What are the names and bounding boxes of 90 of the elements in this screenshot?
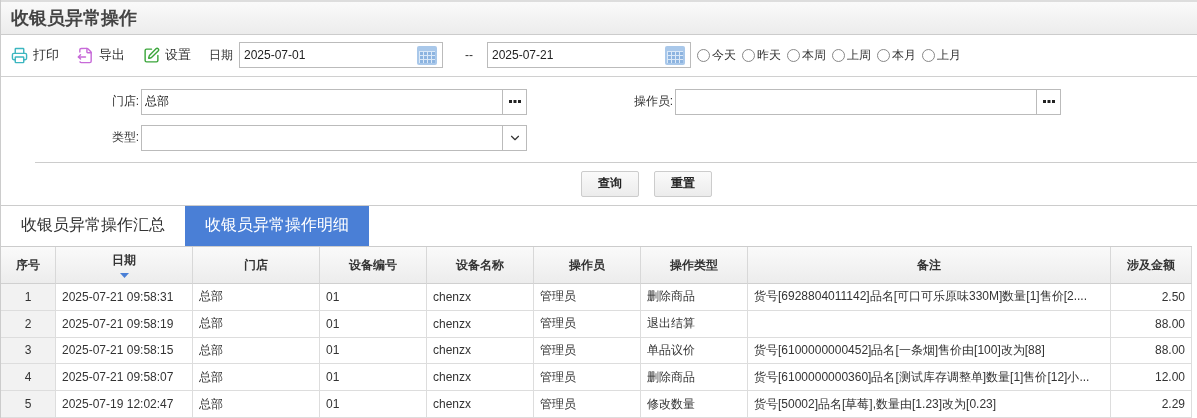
table-cell: 退出结算: [641, 310, 748, 338]
range-label: 本周: [802, 46, 826, 64]
more-icon[interactable]: [1042, 99, 1055, 104]
reset-button[interactable]: 重置: [654, 170, 712, 197]
picker-field[interactable]: 总部: [141, 88, 527, 115]
table-cell: 01: [320, 310, 427, 338]
table-cell: 货号[6928804011142]品名[可口可乐原味330M]数量[1]售价[2....: [748, 283, 1111, 311]
table-cell: 2025-07-21 09:58:15: [56, 337, 193, 365]
table-cell: 2.50: [1111, 283, 1192, 311]
table-cell: 总部: [193, 310, 320, 338]
column-header[interactable]: 操作员: [534, 247, 641, 284]
table-cell: 货号[6100000000360]品名[测试库存调整单]数量[1]售价[12]小...: [748, 364, 1111, 392]
settings-button[interactable]: 设置: [143, 46, 191, 65]
date-separator: --: [465, 48, 473, 63]
table-cell: 总部: [193, 391, 320, 418]
table-cell: 货号[50002]品名[草莓],数量由[1.23]改为[0.23]: [748, 391, 1111, 418]
table-cell: 管理员: [534, 364, 641, 392]
range-option[interactable]: 昨天: [742, 46, 781, 64]
range-label: 上周: [847, 46, 871, 64]
row-number: 3: [1, 337, 56, 365]
table-cell: 管理员: [534, 391, 641, 418]
table-cell: 删除商品: [641, 364, 748, 392]
range-option[interactable]: 本周: [787, 46, 826, 64]
column-header[interactable]: 操作类型: [641, 247, 748, 284]
printer-icon: [11, 46, 28, 64]
table-cell: 删除商品: [641, 283, 748, 311]
table-cell: 货号[6100000000452]品名[一条烟]售价由[100]改为[88]: [748, 337, 1111, 365]
export-icon: [77, 46, 94, 64]
table-cell: 管理员: [534, 283, 641, 311]
column-header[interactable]: 序号: [1, 247, 56, 284]
table-cell: 管理员: [534, 337, 641, 365]
filter-label: 门店:: [110, 93, 140, 110]
table-cell: 01: [320, 283, 427, 311]
table-cell: 88.00: [1111, 337, 1192, 365]
column-header[interactable]: 设备编号: [320, 247, 427, 284]
filter-label: 操作员:: [632, 93, 674, 110]
table-cell: chenzx: [427, 310, 534, 338]
picker-field[interactable]: [675, 88, 1061, 115]
table-cell: 修改数量: [641, 391, 748, 418]
range-option[interactable]: 上月: [922, 46, 961, 64]
table-cell: 单品议价: [641, 337, 748, 365]
query-button[interactable]: 查询: [581, 170, 639, 197]
table-cell: chenzx: [427, 283, 534, 311]
range-option[interactable]: 上周: [832, 46, 871, 64]
table-cell: 2025-07-19 12:02:47: [56, 391, 193, 418]
row-number: 5: [1, 391, 56, 418]
more-icon[interactable]: [508, 99, 521, 104]
range-label: 本月: [892, 46, 916, 64]
table-cell: chenzx: [427, 364, 534, 392]
sort-icon: [119, 273, 129, 279]
export-button[interactable]: 导出: [77, 46, 125, 65]
table-cell: 12.00: [1111, 364, 1192, 392]
table-cell: 总部: [193, 337, 320, 365]
range-option[interactable]: 今天: [697, 46, 736, 64]
tab[interactable]: 收银员异常操作明细: [185, 205, 369, 247]
column-header[interactable]: 日期: [56, 247, 193, 284]
end-date-field[interactable]: 2025-07-21: [487, 42, 691, 69]
range-label: 上月: [937, 46, 961, 64]
table-cell: 01: [320, 337, 427, 365]
table-cell: chenzx: [427, 391, 534, 418]
range-option[interactable]: 本月: [877, 46, 916, 64]
table-cell: chenzx: [427, 337, 534, 365]
range-label: 昨天: [757, 46, 781, 64]
settings-icon: [143, 46, 160, 64]
column-header[interactable]: 备注: [748, 247, 1111, 284]
table-cell: 2025-07-21 09:58:31: [56, 283, 193, 311]
column-header[interactable]: 设备名称: [427, 247, 534, 284]
table-cell: 总部: [193, 364, 320, 392]
calendar-icon[interactable]: [416, 44, 438, 67]
page-title: 收银员异常操作: [11, 6, 137, 30]
print-button[interactable]: 打印: [11, 46, 59, 65]
row-number: 2: [1, 310, 56, 338]
table-cell: 01: [320, 364, 427, 392]
table-cell: 88.00: [1111, 310, 1192, 338]
table-cell: 01: [320, 391, 427, 418]
row-number: 4: [1, 364, 56, 392]
table-cell: 管理员: [534, 310, 641, 338]
calendar-icon[interactable]: [664, 44, 686, 67]
column-header[interactable]: 门店: [193, 247, 320, 284]
table-cell: 总部: [193, 283, 320, 311]
date-label: 日期: [209, 46, 233, 64]
column-header[interactable]: 涉及金额: [1111, 247, 1192, 284]
range-label: 今天: [712, 46, 736, 64]
type-select[interactable]: [141, 124, 527, 151]
table-cell: 2.29: [1111, 391, 1192, 418]
table-cell: 2025-07-21 09:58:07: [56, 364, 193, 392]
filter-label: 类型:: [110, 129, 140, 146]
row-number: 1: [1, 283, 56, 311]
table-cell: 2025-07-21 09:58:19: [56, 310, 193, 338]
start-date-field[interactable]: 2025-07-01: [239, 42, 443, 69]
